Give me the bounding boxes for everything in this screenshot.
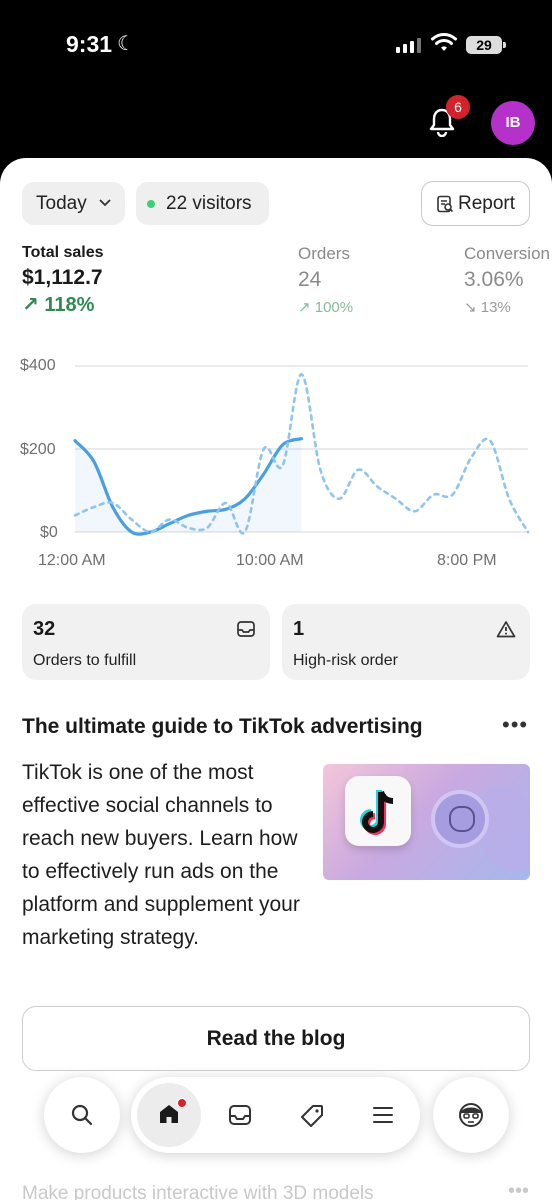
report-button[interactable]: Report bbox=[421, 181, 530, 226]
chevron-down-icon bbox=[99, 199, 111, 207]
metric-value: 3.06% bbox=[464, 268, 524, 291]
nav-home[interactable] bbox=[137, 1083, 201, 1147]
read-blog-button[interactable]: Read the blog bbox=[22, 1006, 530, 1071]
wifi-icon bbox=[431, 33, 457, 51]
card-count: 1 bbox=[293, 618, 305, 640]
metric-change: ↗ 118% bbox=[22, 294, 95, 316]
period-dropdown[interactable]: Today bbox=[22, 182, 125, 225]
warning-icon bbox=[496, 621, 516, 638]
status-bar: 9:31 ☾ 29 bbox=[0, 0, 552, 90]
live-dot-icon bbox=[147, 200, 155, 208]
orders-to-fulfill-card[interactable]: 32 Orders to fulfill bbox=[22, 604, 270, 680]
card-label: High-risk order bbox=[293, 652, 398, 669]
search-icon bbox=[71, 1104, 93, 1126]
avatar[interactable]: IB bbox=[491, 101, 535, 145]
tag-icon[interactable] bbox=[299, 1103, 325, 1129]
report-label: Report bbox=[458, 193, 516, 214]
metric-conversion[interactable]: Conversion 3.06% ↘ 13% bbox=[464, 244, 550, 316]
dashboard-sheet: Today 22 visitors Report Total sales $1,… bbox=[0, 158, 552, 1200]
home-notification-dot bbox=[177, 1098, 187, 1108]
guide-thumbnail[interactable] bbox=[323, 764, 530, 880]
status-time: 9:31 bbox=[66, 31, 113, 57]
metric-value: $1,112.7 bbox=[22, 266, 103, 289]
metric-total-sales[interactable]: Total sales $1,112.7 ↗ 118% bbox=[22, 244, 104, 317]
x-tick-label: 10:00 AM bbox=[236, 552, 304, 569]
report-icon bbox=[437, 195, 454, 213]
search-nav-button[interactable] bbox=[44, 1077, 120, 1153]
sales-chart[interactable] bbox=[0, 348, 552, 578]
metric-label: Conversion bbox=[464, 244, 550, 263]
metric-label: Total sales bbox=[22, 244, 104, 261]
metric-change: ↘ 13% bbox=[464, 299, 511, 316]
x-tick-label: 12:00 AM bbox=[38, 552, 106, 569]
card-label: Orders to fulfill bbox=[33, 652, 137, 669]
inbox-nav-icon[interactable] bbox=[228, 1104, 252, 1126]
metric-change: ↗ 100% bbox=[298, 299, 354, 316]
more-options-icon[interactable]: ••• bbox=[508, 1180, 529, 1200]
visitors-chip[interactable]: 22 visitors bbox=[136, 182, 269, 225]
card-count: 32 bbox=[33, 618, 56, 640]
assistant-icon bbox=[459, 1103, 483, 1127]
menu-icon[interactable] bbox=[372, 1106, 394, 1124]
series-area bbox=[75, 438, 302, 535]
signal-icon bbox=[396, 37, 421, 53]
more-options-icon[interactable]: ••• bbox=[502, 714, 528, 736]
assistant-nav-button[interactable] bbox=[433, 1077, 509, 1153]
inbox-icon bbox=[237, 621, 255, 637]
metric-label: Orders bbox=[298, 244, 350, 263]
notification-badge: 6 bbox=[446, 95, 470, 119]
visitors-label: 22 visitors bbox=[166, 193, 252, 214]
moon-icon: ☾ bbox=[117, 33, 135, 55]
metric-value: 24 bbox=[298, 268, 322, 291]
metric-orders[interactable]: Orders 24 ↗ 100% bbox=[298, 244, 353, 316]
period-label: Today bbox=[36, 193, 87, 214]
watch-image-icon bbox=[431, 790, 489, 848]
battery-indicator: 29 bbox=[466, 36, 506, 54]
tiktok-logo-icon bbox=[345, 776, 411, 846]
high-risk-order-card[interactable]: 1 High-risk order bbox=[282, 604, 530, 680]
guide-body: TikTok is one of the most effective soci… bbox=[22, 761, 300, 949]
x-tick-label: 8:00 PM bbox=[437, 552, 497, 569]
next-card-title: Make products interactive with 3D models bbox=[22, 1183, 374, 1200]
guide-title: The ultimate guide to TikTok advertising bbox=[22, 715, 423, 738]
